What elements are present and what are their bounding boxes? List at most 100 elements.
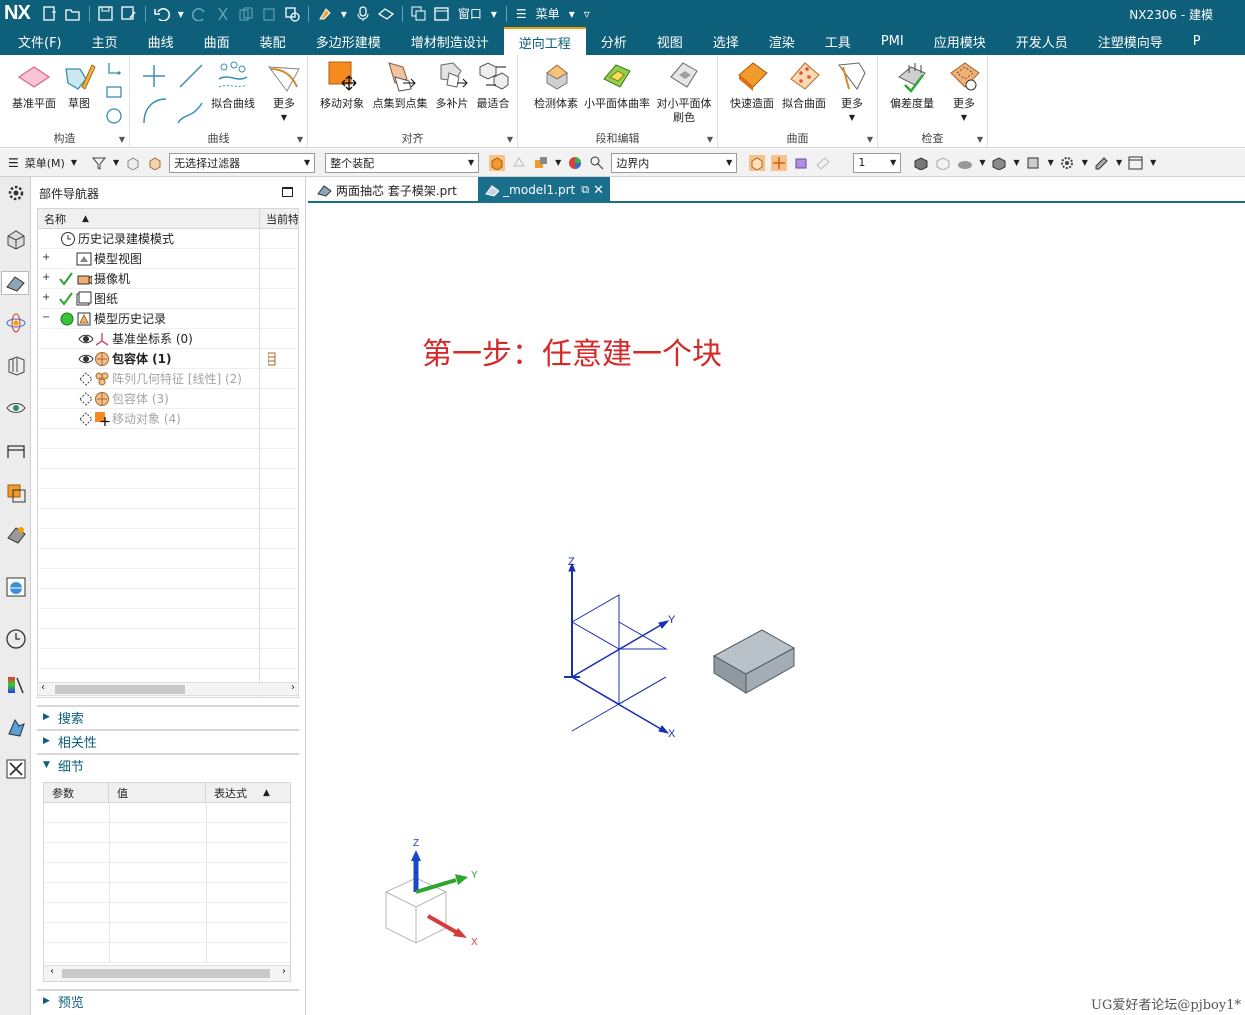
expand-toggle-icon[interactable]: + <box>42 252 50 263</box>
checkmark-icon[interactable] <box>58 271 74 287</box>
window-layout-icon[interactable] <box>1128 155 1144 171</box>
expand-toggle-icon[interactable]: + <box>42 272 50 283</box>
section-dropdown-icon[interactable]: ▼ <box>1048 158 1054 167</box>
manufacturing-wizard-icon[interactable] <box>4 715 28 739</box>
csys-snap-icon[interactable] <box>771 154 788 171</box>
component-dropdown-icon[interactable]: ▼ <box>555 158 561 167</box>
show-faces-icon[interactable] <box>749 154 766 171</box>
orient-dropdown-icon[interactable]: ▼ <box>979 158 985 167</box>
tree-row[interactable]: 包容体 (1) <box>38 349 298 369</box>
tab-13[interactable]: PMI <box>866 27 919 55</box>
select-solid-icon[interactable] <box>489 154 506 171</box>
checkmark-icon[interactable] <box>58 291 74 307</box>
tab-1[interactable]: 主页 <box>77 27 133 55</box>
tab-9[interactable]: 视图 <box>642 27 698 55</box>
color-filter-icon[interactable] <box>567 155 583 171</box>
suppressed-icon[interactable] <box>78 371 94 387</box>
snap-icon[interactable] <box>589 155 605 171</box>
section-search[interactable]: ▶ 搜索 <box>37 705 299 727</box>
details-col-param[interactable]: 参数 <box>44 783 109 803</box>
customize-qat-icon[interactable]: ▿ <box>584 7 590 21</box>
tab-3[interactable]: 曲面 <box>189 27 245 55</box>
assembly-navigator-icon[interactable] <box>4 227 28 251</box>
selbar-menu[interactable]: 菜单(M) <box>25 155 65 171</box>
tree-row[interactable]: 包容体 (3) <box>38 389 298 409</box>
close-icon[interactable]: ✕ <box>593 183 604 198</box>
expand-toggle-icon[interactable]: + <box>42 292 50 303</box>
group-dropdown-icon[interactable]: ▼ <box>297 135 303 144</box>
fit-surface-button[interactable]: 拟合曲面 <box>778 59 830 111</box>
new-file-icon[interactable] <box>40 4 60 24</box>
window-icon[interactable] <box>432 4 452 24</box>
select-body-icon[interactable] <box>125 155 141 171</box>
horizontal-scrollbar[interactable]: ‹ › <box>37 682 299 696</box>
tools-icon[interactable] <box>4 757 28 781</box>
tab-4[interactable]: 装配 <box>245 27 301 55</box>
visibility-eye-icon[interactable] <box>78 331 94 347</box>
tab-12[interactable]: 工具 <box>810 27 866 55</box>
process-studio-icon[interactable] <box>4 673 28 697</box>
tree-row[interactable]: + 摄像机 <box>38 269 298 289</box>
tab-14[interactable]: 应用模块 <box>919 27 1001 55</box>
details-scrollbar[interactable]: ‹ › <box>44 965 290 981</box>
column-header-current[interactable]: 当前特 <box>259 209 298 229</box>
menu-dropdown-icon[interactable]: ▼ <box>71 158 77 167</box>
tab-6[interactable]: 增材制造设计 <box>396 27 504 55</box>
hamburger-icon[interactable]: ☰ <box>8 156 19 170</box>
touch-mode-icon[interactable] <box>315 4 335 24</box>
type-filter-select[interactable]: 无选择过滤器 ▼ <box>169 152 316 173</box>
settings-gear-icon[interactable] <box>1060 155 1076 171</box>
touch-dropdown-icon[interactable]: ▾ <box>341 7 347 21</box>
type-filter-dropdown-icon[interactable]: ▼ <box>113 158 119 167</box>
details-col-expression[interactable]: 表达式 ▲ <box>206 783 290 803</box>
title-menu[interactable]: 菜单 <box>536 5 560 22</box>
repeat-command-icon[interactable] <box>282 4 302 24</box>
tab-5[interactable]: 多边形建模 <box>301 27 396 55</box>
window-dropdown-icon[interactable]: ▾ <box>491 7 497 21</box>
tab-16[interactable]: 注塑模向导 <box>1083 27 1178 55</box>
tree-row[interactable]: 移动对象 (4) <box>38 409 298 429</box>
history-clock-icon[interactable] <box>4 627 28 651</box>
facet-paint-button[interactable]: 对小平面体刷色 <box>654 59 714 125</box>
save-all-icon[interactable] <box>119 4 139 24</box>
view-manager-icon[interactable] <box>4 395 28 419</box>
tab-15[interactable]: 开发人员 <box>1001 27 1083 55</box>
visibility-eye-icon[interactable] <box>78 351 94 367</box>
undo-icon[interactable] <box>152 4 172 24</box>
select-layer-icon[interactable] <box>793 155 809 171</box>
tree-row[interactable]: 阵列几何特征 [线性] (2) <box>38 369 298 389</box>
multi-patch-button[interactable]: 多补片 <box>432 59 472 111</box>
expand-toggle-icon[interactable]: − <box>42 312 50 323</box>
menu-dropdown-icon[interactable]: ▾ <box>569 7 575 21</box>
microphone-icon[interactable] <box>353 4 373 24</box>
scroll-right-icon[interactable]: › <box>291 682 295 693</box>
graphics-window[interactable]: 第一步：任意建一个块 Z Y X Z Y X UG爱好者论坛@pjboy1* <box>308 204 1245 1015</box>
edit-object-icon[interactable] <box>1094 155 1110 171</box>
undock-icon[interactable]: ⧉ <box>581 183 589 197</box>
group-dropdown-icon[interactable]: ▼ <box>867 135 873 144</box>
tab-10[interactable]: 选择 <box>698 27 754 55</box>
assembly-scope-select[interactable]: 整个装配 ▼ <box>325 152 480 173</box>
select-feature-icon[interactable] <box>147 155 163 171</box>
edit-dropdown-icon[interactable]: ▼ <box>1116 158 1122 167</box>
scroll-thumb[interactable] <box>62 969 270 978</box>
facet-curvature-button[interactable]: 小平面体曲率 <box>582 59 652 111</box>
tree-row[interactable]: 历史记录建模模式 <box>38 229 298 249</box>
suppressed-icon[interactable] <box>78 411 94 427</box>
undo-dropdown-icon[interactable]: ▾ <box>178 7 184 21</box>
tree-row[interactable]: − 模型历史记录 <box>38 309 298 329</box>
roles-icon[interactable] <box>4 439 28 463</box>
scroll-left-icon[interactable]: ‹ <box>50 966 54 977</box>
group-dropdown-icon[interactable]: ▼ <box>507 135 513 144</box>
surface-more-button[interactable]: 更多 ▼ <box>832 59 872 125</box>
doc-tab-1[interactable]: _model1.prt ⧉ ✕ <box>478 177 610 203</box>
shaded-icon[interactable] <box>913 155 929 171</box>
command-finder-icon[interactable] <box>376 4 396 24</box>
view-triad[interactable] <box>385 850 468 944</box>
section-preview[interactable]: ▶ 预览 <box>37 989 299 1011</box>
block-body[interactable] <box>712 629 796 694</box>
suppressed-icon[interactable] <box>78 391 94 407</box>
section-view-icon[interactable] <box>1026 155 1042 171</box>
layer-select[interactable]: 1 ▼ <box>853 152 902 173</box>
datum-plane-button[interactable]: 基准平面 <box>6 59 62 111</box>
